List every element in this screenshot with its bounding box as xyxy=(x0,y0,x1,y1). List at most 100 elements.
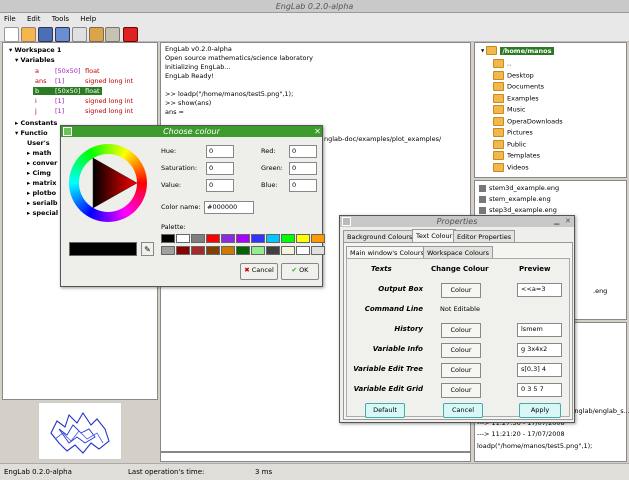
close-icon[interactable]: ✕ xyxy=(313,127,322,136)
colour-button[interactable]: Colour xyxy=(441,363,481,378)
colour-button[interactable]: Colour xyxy=(441,383,481,398)
palette-swatch[interactable] xyxy=(266,246,280,255)
function-node[interactable]: ▸ Cimg xyxy=(27,169,51,177)
file-item[interactable]: Pictures xyxy=(493,128,533,137)
workspace-root[interactable]: ▾ Workspace 1 xyxy=(9,46,61,54)
new-file-icon[interactable] xyxy=(4,27,19,42)
palette-swatch[interactable] xyxy=(221,246,235,255)
function-node[interactable]: ▸ conver xyxy=(27,159,57,167)
variable-row[interactable]: b [50x50] float xyxy=(33,87,102,95)
menu-edit[interactable]: Edit xyxy=(27,15,41,23)
green-spinner[interactable]: 0 xyxy=(289,162,317,175)
palette-swatch[interactable] xyxy=(251,234,265,243)
variable-row[interactable]: a [50x50] float xyxy=(33,67,102,75)
constants-node[interactable]: ▸ Constants xyxy=(15,119,57,127)
palette-swatch[interactable] xyxy=(266,234,280,243)
palette-swatch[interactable] xyxy=(191,246,205,255)
history-entry[interactable]: ---> 11:21:20 - 17/07/2008 xyxy=(477,430,565,438)
variable-row[interactable]: ans [1] signed long int xyxy=(33,77,135,85)
palette-swatch[interactable] xyxy=(281,246,295,255)
functions-node[interactable]: ▾ Functio xyxy=(15,129,48,137)
variable-row[interactable]: j [1] signed long int xyxy=(33,107,135,115)
function-node[interactable]: ▸ special xyxy=(27,209,58,217)
palette-swatch[interactable] xyxy=(191,234,205,243)
value-spinner[interactable]: 0 xyxy=(206,179,234,192)
tab-text-colour[interactable]: Text Colour xyxy=(412,229,457,242)
script-item[interactable]: stem_example.eng xyxy=(479,195,551,203)
hue-spinner[interactable]: 0 xyxy=(206,145,234,158)
file-item[interactable]: OperaDownloads xyxy=(493,116,563,126)
variables-node[interactable]: ▾ Variables xyxy=(15,56,55,64)
colour-triangle[interactable] xyxy=(69,144,147,222)
palette-swatch[interactable] xyxy=(206,234,220,243)
clipboard-icon[interactable] xyxy=(105,27,120,42)
palette-swatch[interactable] xyxy=(236,234,250,243)
eyedropper-icon[interactable]: ✎ xyxy=(141,242,154,256)
variable-type: float xyxy=(85,67,100,75)
script-item[interactable]: step3d_example.eng xyxy=(479,206,557,214)
script-item[interactable]: stem3d_example.eng xyxy=(479,184,559,192)
save-all-icon[interactable] xyxy=(55,27,70,42)
palette-swatch[interactable] xyxy=(161,234,175,243)
colour-name-input[interactable]: #000000 xyxy=(204,201,254,214)
palette-swatch[interactable] xyxy=(311,234,325,243)
palette-swatch[interactable] xyxy=(236,246,250,255)
colour-button[interactable]: Colour xyxy=(441,343,481,358)
cut-icon[interactable] xyxy=(72,27,87,42)
variable-type: float xyxy=(85,87,100,95)
window-menu-icon[interactable] xyxy=(63,127,72,136)
palette-swatch[interactable] xyxy=(281,234,295,243)
variable-row[interactable]: i [1] signed long int xyxy=(33,97,135,105)
palette-swatch[interactable] xyxy=(221,234,235,243)
saturation-spinner[interactable]: 0 xyxy=(206,162,234,175)
file-item-label: Documents xyxy=(507,82,545,91)
window-menu-icon[interactable] xyxy=(342,217,351,226)
file-item[interactable]: Videos xyxy=(493,162,529,172)
colour-button[interactable]: Colour xyxy=(441,323,481,338)
paste-icon[interactable] xyxy=(89,27,104,42)
function-node[interactable]: ▸ serialb xyxy=(27,199,58,207)
menu-tools[interactable]: Tools xyxy=(52,15,69,23)
save-icon[interactable] xyxy=(38,27,53,42)
red-spinner[interactable]: 0 xyxy=(289,145,317,158)
file-item[interactable]: .. xyxy=(493,59,511,68)
blue-spinner[interactable]: 0 xyxy=(289,179,317,192)
palette-swatch[interactable] xyxy=(206,246,220,255)
open-folder-icon[interactable] xyxy=(21,27,36,42)
file-item[interactable]: Examples xyxy=(493,93,539,103)
palette-swatch[interactable] xyxy=(176,234,190,243)
file-item[interactable]: Desktop xyxy=(493,70,534,80)
command-line-input[interactable] xyxy=(160,452,471,462)
function-node[interactable]: ▸ matrix xyxy=(27,179,56,187)
folder-icon xyxy=(493,70,504,80)
history-entry[interactable]: loadp("/home/manos/test5.png",1); xyxy=(477,442,592,450)
file-item[interactable]: Documents xyxy=(493,82,544,91)
script-item-label: stem3d_example.eng xyxy=(489,184,560,192)
palette-swatch[interactable] xyxy=(311,246,325,255)
palette-swatch[interactable] xyxy=(176,246,190,255)
palette-swatch[interactable] xyxy=(296,234,310,243)
palette-swatch[interactable] xyxy=(161,246,175,255)
apply-button[interactable]: Apply xyxy=(519,403,561,418)
file-item[interactable]: Templates xyxy=(493,151,540,160)
default-button[interactable]: Default xyxy=(365,403,405,418)
close-icon[interactable]: ✕ xyxy=(565,216,574,226)
menu-file[interactable]: File xyxy=(4,15,16,23)
file-item[interactable]: Music xyxy=(493,105,526,114)
preview-box: g 3x4x2 xyxy=(517,343,562,357)
menu-help[interactable]: Help xyxy=(80,15,96,23)
colour-button[interactable]: Colour xyxy=(441,283,481,298)
function-node[interactable]: ▸ plotbo xyxy=(27,189,56,197)
file-item[interactable]: Public xyxy=(493,139,526,149)
ok-button[interactable]: ✔ OK xyxy=(281,263,319,280)
cancel-button[interactable]: ✖ Cancel xyxy=(240,263,278,280)
function-node[interactable]: ▸ math xyxy=(27,149,51,157)
palette-swatch[interactable] xyxy=(251,246,265,255)
colour-wheel[interactable] xyxy=(69,144,147,222)
palette-swatch[interactable] xyxy=(296,246,310,255)
minimize-icon[interactable]: ▁ xyxy=(554,216,563,226)
file-root[interactable]: ▾ /home/manos xyxy=(481,46,554,55)
properties-cancel-button[interactable]: Cancel xyxy=(443,403,483,418)
function-node[interactable]: User's xyxy=(27,139,50,147)
exit-icon[interactable] xyxy=(123,27,138,42)
